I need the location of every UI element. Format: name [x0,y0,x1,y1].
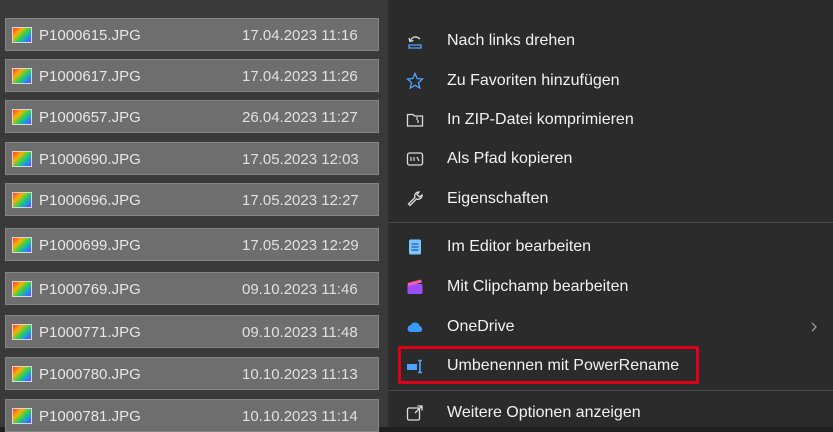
menu-separator [388,222,833,223]
menu-item-add-favorite[interactable]: Zu Favoriten hinzufügen [396,63,816,99]
image-file-icon [12,237,32,253]
file-date: 09.10.2023 11:46 [242,281,358,298]
file-name: P1000657.JPG [39,109,141,126]
file-row[interactable]: P1000617.JPG 17.04.2023 11:26 [5,59,379,92]
menu-item-properties[interactable]: Eigenschaften [396,181,816,217]
file-name: P1000780.JPG [39,366,141,383]
star-icon [406,72,424,90]
menu-item-label: Zu Favoriten hinzufügen [447,72,620,89]
copy-path-icon [406,152,424,166]
file-date: 09.10.2023 11:48 [242,324,358,341]
file-row[interactable]: P1000771.JPG 09.10.2023 11:48 [5,315,379,348]
file-name: P1000690.JPG [39,151,141,168]
notepad-icon [409,239,421,255]
menu-separator [388,390,833,391]
rotate-left-icon [408,36,422,49]
file-date: 17.04.2023 11:26 [242,68,358,85]
menu-item-label: Mit Clipchamp bearbeiten [447,278,629,295]
menu-item-label: OneDrive [447,318,515,335]
file-name: P1000769.JPG [39,281,141,298]
file-row[interactable]: P1000781.JPG 10.10.2023 11:14 [5,399,379,432]
file-date: 17.05.2023 12:29 [242,237,359,254]
file-date: 10.10.2023 11:13 [242,366,358,383]
image-file-icon [12,408,32,424]
menu-item-label: Nach links drehen [447,32,576,49]
file-name: P1000699.JPG [39,237,141,254]
file-date: 17.05.2023 12:27 [242,192,359,209]
menu-item-copy-path[interactable]: Als Pfad kopieren [396,141,816,177]
onedrive-icon [407,322,423,332]
menu-item-onedrive[interactable]: OneDrive [396,309,817,345]
menu-item-rotate-left[interactable]: Nach links drehen [396,23,816,59]
file-row[interactable]: P1000696.JPG 17.05.2023 12:27 [5,183,379,216]
clipchamp-icon [407,279,423,294]
menu-item-more-options[interactable]: Weitere Optionen anzeigen [396,395,816,431]
file-name: P1000781.JPG [39,408,141,425]
menu-item-label: Im Editor bearbeiten [447,238,592,255]
file-date: 17.04.2023 11:16 [242,27,358,44]
menu-item-edit-clipchamp[interactable]: Mit Clipchamp bearbeiten [396,269,816,305]
image-file-icon [12,27,32,43]
image-file-icon [12,151,32,167]
image-file-icon [12,192,32,208]
menu-item-label: Als Pfad kopieren [447,150,573,167]
menu-item-compress-zip[interactable]: In ZIP-Datei komprimieren [396,102,816,138]
image-file-icon [12,281,32,297]
file-row[interactable]: P1000699.JPG 17.05.2023 12:29 [5,228,379,261]
file-name: P1000617.JPG [39,68,141,85]
menu-item-label: In ZIP-Datei komprimieren [447,111,634,128]
chevron-right-icon [811,322,817,332]
menu-item-label: Eigenschaften [447,190,549,207]
file-name: P1000771.JPG [39,324,141,341]
file-name: P1000615.JPG [39,27,141,44]
file-row[interactable]: P1000615.JPG 17.04.2023 11:16 [5,18,379,51]
image-file-icon [12,324,32,340]
highlight-annotation [398,346,699,384]
image-file-icon [12,366,32,382]
file-date: 10.10.2023 11:14 [242,408,358,425]
wrench-icon [407,191,423,207]
file-row[interactable]: P1000780.JPG 10.10.2023 11:13 [5,357,379,390]
file-row[interactable]: P1000690.JPG 17.05.2023 12:03 [5,142,379,175]
file-row[interactable]: P1000657.JPG 26.04.2023 11:27 [5,100,379,133]
file-date: 17.05.2023 12:03 [242,151,359,168]
more-options-icon [406,405,423,421]
menu-item-edit-notepad[interactable]: Im Editor bearbeiten [396,229,816,265]
image-file-icon [12,109,32,125]
file-row[interactable]: P1000769.JPG 09.10.2023 11:46 [5,272,379,305]
image-file-icon [12,68,32,84]
file-date: 26.04.2023 11:27 [242,109,358,126]
file-list: P1000615.JPG 17.04.2023 11:16 P1000617.J… [0,0,388,432]
menu-item-label: Weitere Optionen anzeigen [447,404,641,421]
file-name: P1000696.JPG [39,192,141,209]
zip-folder-icon [406,113,424,127]
